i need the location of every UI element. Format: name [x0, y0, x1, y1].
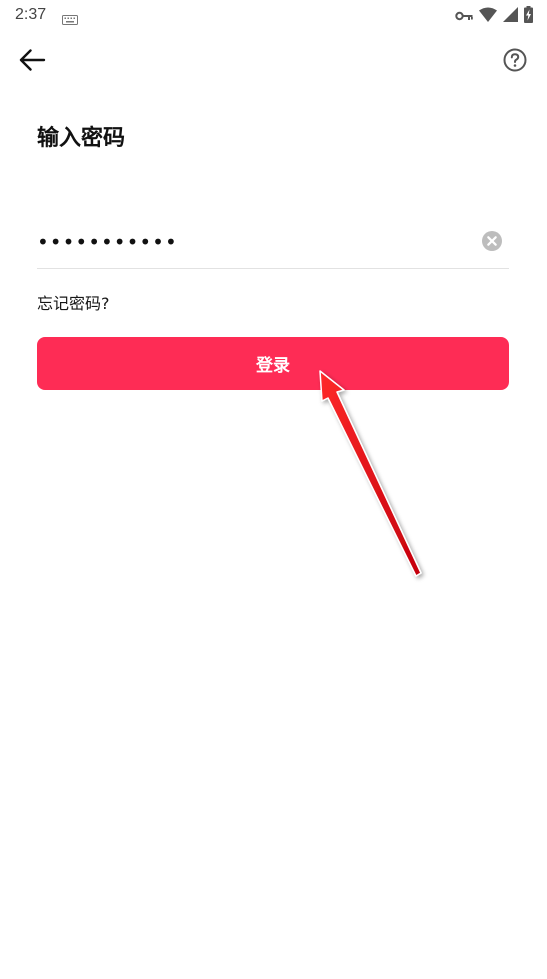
status-icons: [455, 6, 533, 27]
keyboard-icon: [62, 10, 78, 29]
wifi-icon: [479, 7, 497, 26]
signal-icon: [503, 7, 518, 26]
password-field: [37, 222, 509, 269]
login-button[interactable]: 登录: [37, 337, 509, 390]
back-button[interactable]: [14, 46, 50, 78]
status-bar: 2:37: [0, 0, 547, 32]
question-circle-icon: [503, 48, 527, 76]
battery-charging-icon: [524, 6, 533, 27]
forgot-password-link[interactable]: 忘记密码?: [37, 290, 110, 314]
app-bar: [0, 32, 547, 92]
arrow-left-icon: [18, 49, 46, 75]
page-title: 输入密码: [37, 126, 126, 151]
help-button[interactable]: [501, 48, 529, 76]
status-time: 2:37: [15, 6, 47, 23]
clear-circle-icon[interactable]: [482, 231, 502, 251]
vpn-key-icon: [455, 7, 473, 26]
password-input[interactable]: [37, 222, 467, 262]
